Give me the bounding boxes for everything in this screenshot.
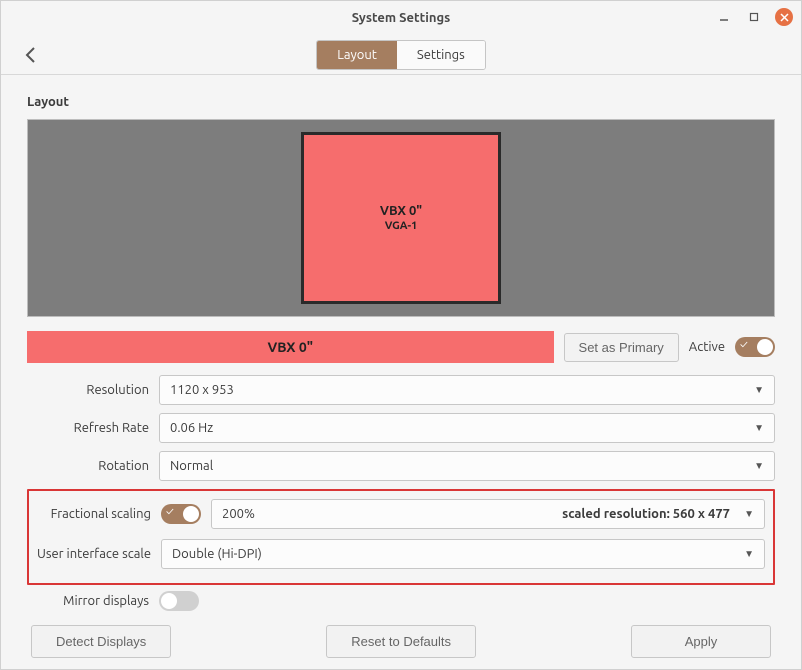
check-icon: ✓ bbox=[166, 506, 174, 518]
window-title: System Settings bbox=[352, 11, 451, 25]
display-monitor-name: VBX 0" bbox=[380, 204, 422, 218]
chevron-down-icon: ▼ bbox=[754, 422, 764, 434]
fractional-value: 200% bbox=[222, 507, 255, 521]
scaled-resolution-text: scaled resolution: 560 x 477 bbox=[562, 507, 730, 521]
bottom-buttons: Detect Displays Reset to Defaults Apply bbox=[27, 625, 775, 658]
rotation-value: Normal bbox=[170, 459, 213, 473]
titlebar: System Settings bbox=[1, 1, 801, 35]
display-layout-area[interactable]: VBX 0" VGA-1 bbox=[28, 120, 774, 316]
window: System Settings Layout Settings Layout bbox=[0, 0, 802, 670]
uiscale-select[interactable]: Double (Hi-DPI) ▼ bbox=[161, 539, 765, 569]
display-layout-frame: VBX 0" VGA-1 bbox=[27, 119, 775, 317]
resolution-label: Resolution bbox=[27, 383, 149, 397]
check-icon: ✓ bbox=[740, 339, 748, 351]
mirror-label: Mirror displays bbox=[27, 594, 149, 608]
apply-button[interactable]: Apply bbox=[631, 625, 771, 658]
refresh-label: Refresh Rate bbox=[27, 421, 149, 435]
active-toggle[interactable]: ✓ bbox=[735, 337, 775, 357]
row-mirror-displays: Mirror displays bbox=[27, 591, 775, 611]
section-label: Layout bbox=[27, 95, 775, 109]
chevron-down-icon: ▼ bbox=[744, 548, 754, 560]
tab-settings[interactable]: Settings bbox=[397, 41, 485, 69]
tab-switcher: Layout Settings bbox=[316, 40, 486, 70]
resolution-select[interactable]: 1120 x 953 ▼ bbox=[159, 375, 775, 405]
refresh-value: 0.06 Hz bbox=[170, 421, 213, 435]
fractional-toggle[interactable]: ✓ bbox=[161, 504, 201, 524]
maximize-button[interactable] bbox=[745, 8, 763, 26]
minimize-button[interactable] bbox=[715, 8, 733, 26]
refresh-select[interactable]: 0.06 Hz ▼ bbox=[159, 413, 775, 443]
mirror-toggle[interactable] bbox=[159, 591, 199, 611]
window-controls bbox=[715, 8, 793, 26]
fractional-select[interactable]: 200% scaled resolution: 560 x 477 ▼ bbox=[211, 499, 765, 529]
chevron-down-icon: ▼ bbox=[754, 384, 764, 396]
row-ui-scale: User interface scale Double (Hi-DPI) ▼ bbox=[29, 539, 765, 569]
back-button[interactable] bbox=[17, 41, 45, 69]
resolution-value: 1120 x 953 bbox=[170, 383, 234, 397]
uiscale-value: Double (Hi-DPI) bbox=[172, 547, 262, 561]
rotation-label: Rotation bbox=[27, 459, 149, 473]
content: Layout VBX 0" VGA-1 VBX 0" Set as Primar… bbox=[1, 75, 801, 669]
close-button[interactable] bbox=[775, 8, 793, 26]
uiscale-label: User interface scale bbox=[29, 547, 151, 561]
reset-defaults-button[interactable]: Reset to Defaults bbox=[326, 625, 476, 658]
form-rows: Resolution 1120 x 953 ▼ Refresh Rate 0.0… bbox=[27, 375, 775, 658]
display-monitor[interactable]: VBX 0" VGA-1 bbox=[301, 132, 501, 304]
set-primary-button[interactable]: Set as Primary bbox=[564, 333, 679, 362]
fractional-label: Fractional scaling bbox=[29, 507, 151, 521]
row-rotation: Rotation Normal ▼ bbox=[27, 451, 775, 481]
selected-display-badge: VBX 0" bbox=[27, 331, 554, 363]
toolbar: Layout Settings bbox=[1, 35, 801, 75]
row-refresh-rate: Refresh Rate 0.06 Hz ▼ bbox=[27, 413, 775, 443]
chevron-down-icon: ▼ bbox=[754, 460, 764, 472]
detect-displays-button[interactable]: Detect Displays bbox=[31, 625, 171, 658]
display-monitor-port: VGA-1 bbox=[385, 220, 418, 232]
row-fractional-scaling: Fractional scaling ✓ 200% scaled resolut… bbox=[29, 499, 765, 529]
row-resolution: Resolution 1120 x 953 ▼ bbox=[27, 375, 775, 405]
chevron-down-icon: ▼ bbox=[744, 508, 754, 520]
highlighted-section: Fractional scaling ✓ 200% scaled resolut… bbox=[27, 489, 775, 585]
selected-display-row: VBX 0" Set as Primary Active ✓ bbox=[27, 331, 775, 363]
active-label: Active bbox=[689, 340, 725, 354]
rotation-select[interactable]: Normal ▼ bbox=[159, 451, 775, 481]
tab-layout[interactable]: Layout bbox=[317, 41, 397, 69]
